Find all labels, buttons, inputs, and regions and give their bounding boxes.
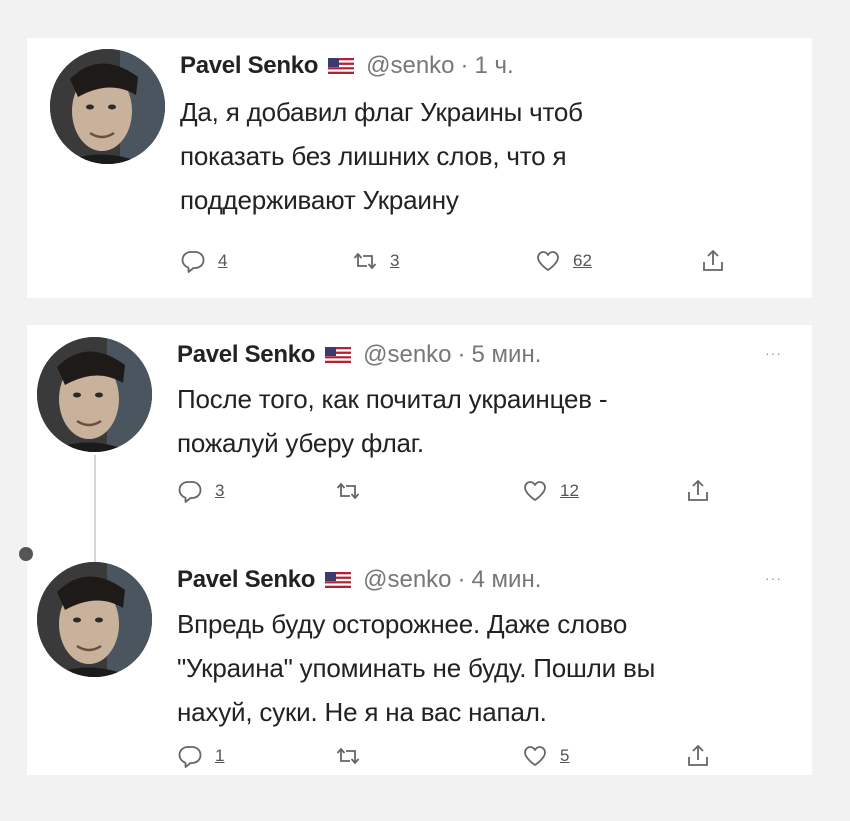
- heart-icon: [522, 743, 548, 769]
- tweet-text: Да, я добавил флаг Украины чтоб показать…: [180, 90, 583, 222]
- heart-icon: [522, 478, 548, 504]
- share-icon: [685, 478, 711, 504]
- tweet-text-line: После того, как почитал украинцев -: [177, 384, 608, 414]
- retweet-icon: [335, 478, 361, 504]
- tweet-text-line: Да, я добавил флаг Украины чтоб: [180, 97, 583, 127]
- share-icon: [685, 743, 711, 769]
- tweet-actions: 3 12: [177, 478, 737, 508]
- avatar[interactable]: [37, 337, 152, 452]
- reply-count: 4: [218, 251, 228, 270]
- more-options-icon[interactable]: ···: [765, 570, 782, 586]
- like-count: 62: [573, 251, 592, 270]
- tweet-header: Pavel Senko @senko · 1 ч.: [180, 52, 514, 80]
- tweet-actions: 1 5: [177, 743, 737, 773]
- author-handle[interactable]: @senko: [366, 52, 454, 80]
- reply-icon: [177, 743, 203, 769]
- retweet-button[interactable]: [335, 478, 361, 504]
- reply-button[interactable]: 3: [177, 478, 224, 504]
- tweet-text: Впредь буду осторожнее. Даже слово "Укра…: [177, 602, 655, 734]
- share-button[interactable]: [700, 248, 726, 274]
- tweet-text-line: показать без лишних слов, что я: [180, 141, 567, 171]
- author-name[interactable]: Pavel Senko: [180, 52, 318, 80]
- reply-button[interactable]: 4: [180, 248, 227, 274]
- like-button[interactable]: 62: [535, 248, 592, 274]
- tweet-text-line: "Украина" упоминать не буду. Пошли вы: [177, 653, 656, 683]
- us-flag-icon: [325, 572, 351, 588]
- tweet-card: Pavel Senko @senko · 1 ч. Да, я добавил …: [27, 38, 812, 298]
- thread-connector-line: [94, 455, 96, 565]
- separator-dot: ·: [460, 52, 469, 79]
- author-name[interactable]: Pavel Senko: [177, 566, 315, 594]
- us-flag-icon: [328, 58, 354, 74]
- tweet-thread-card: Pavel Senko @senko · 5 мин. ··· После то…: [19, 325, 812, 775]
- avatar[interactable]: [37, 562, 152, 677]
- retweet-button[interactable]: 3: [352, 248, 399, 274]
- author-handle[interactable]: @senko: [363, 566, 451, 594]
- tweet-actions: 4 3 62: [180, 248, 750, 278]
- more-options-icon[interactable]: ···: [765, 345, 782, 361]
- like-button[interactable]: 5: [522, 743, 569, 769]
- tweet-text-line: поддерживают Украину: [180, 185, 459, 215]
- side-marker: [19, 547, 33, 561]
- share-icon: [700, 248, 726, 274]
- reply-icon: [180, 248, 206, 274]
- timestamp[interactable]: 1 ч.: [475, 52, 514, 80]
- tweet-header: Pavel Senko @senko · 4 мин.: [177, 566, 541, 594]
- like-button[interactable]: 12: [522, 478, 579, 504]
- retweet-count: 3: [390, 251, 400, 270]
- timestamp[interactable]: 5 мин.: [472, 341, 542, 369]
- retweet-icon: [335, 743, 361, 769]
- reply-icon: [177, 478, 203, 504]
- retweet-icon: [352, 248, 378, 274]
- share-button[interactable]: [685, 743, 711, 769]
- reply-button[interactable]: 1: [177, 743, 224, 769]
- reply-count: 1: [215, 746, 225, 765]
- heart-icon: [535, 248, 561, 274]
- retweet-button[interactable]: [335, 743, 361, 769]
- us-flag-icon: [325, 347, 351, 363]
- reply-count: 3: [215, 481, 225, 500]
- separator-dot: ·: [457, 566, 466, 593]
- tweet-text-line: Впредь буду осторожнее. Даже слово: [177, 609, 628, 639]
- tweet-text-line: пожалуй уберу флаг.: [177, 428, 424, 458]
- like-count: 5: [560, 746, 570, 765]
- author-handle[interactable]: @senko: [363, 341, 451, 369]
- avatar[interactable]: [50, 49, 165, 164]
- tweet-text-line: нахуй, суки. Не я на вас напал.: [177, 697, 547, 727]
- separator-dot: ·: [457, 341, 466, 368]
- tweet-text: После того, как почитал украинцев - пожа…: [177, 377, 608, 465]
- author-name[interactable]: Pavel Senko: [177, 341, 315, 369]
- like-count: 12: [560, 481, 579, 500]
- tweet-header: Pavel Senko @senko · 5 мин.: [177, 341, 541, 369]
- share-button[interactable]: [685, 478, 711, 504]
- timestamp[interactable]: 4 мин.: [472, 566, 542, 594]
